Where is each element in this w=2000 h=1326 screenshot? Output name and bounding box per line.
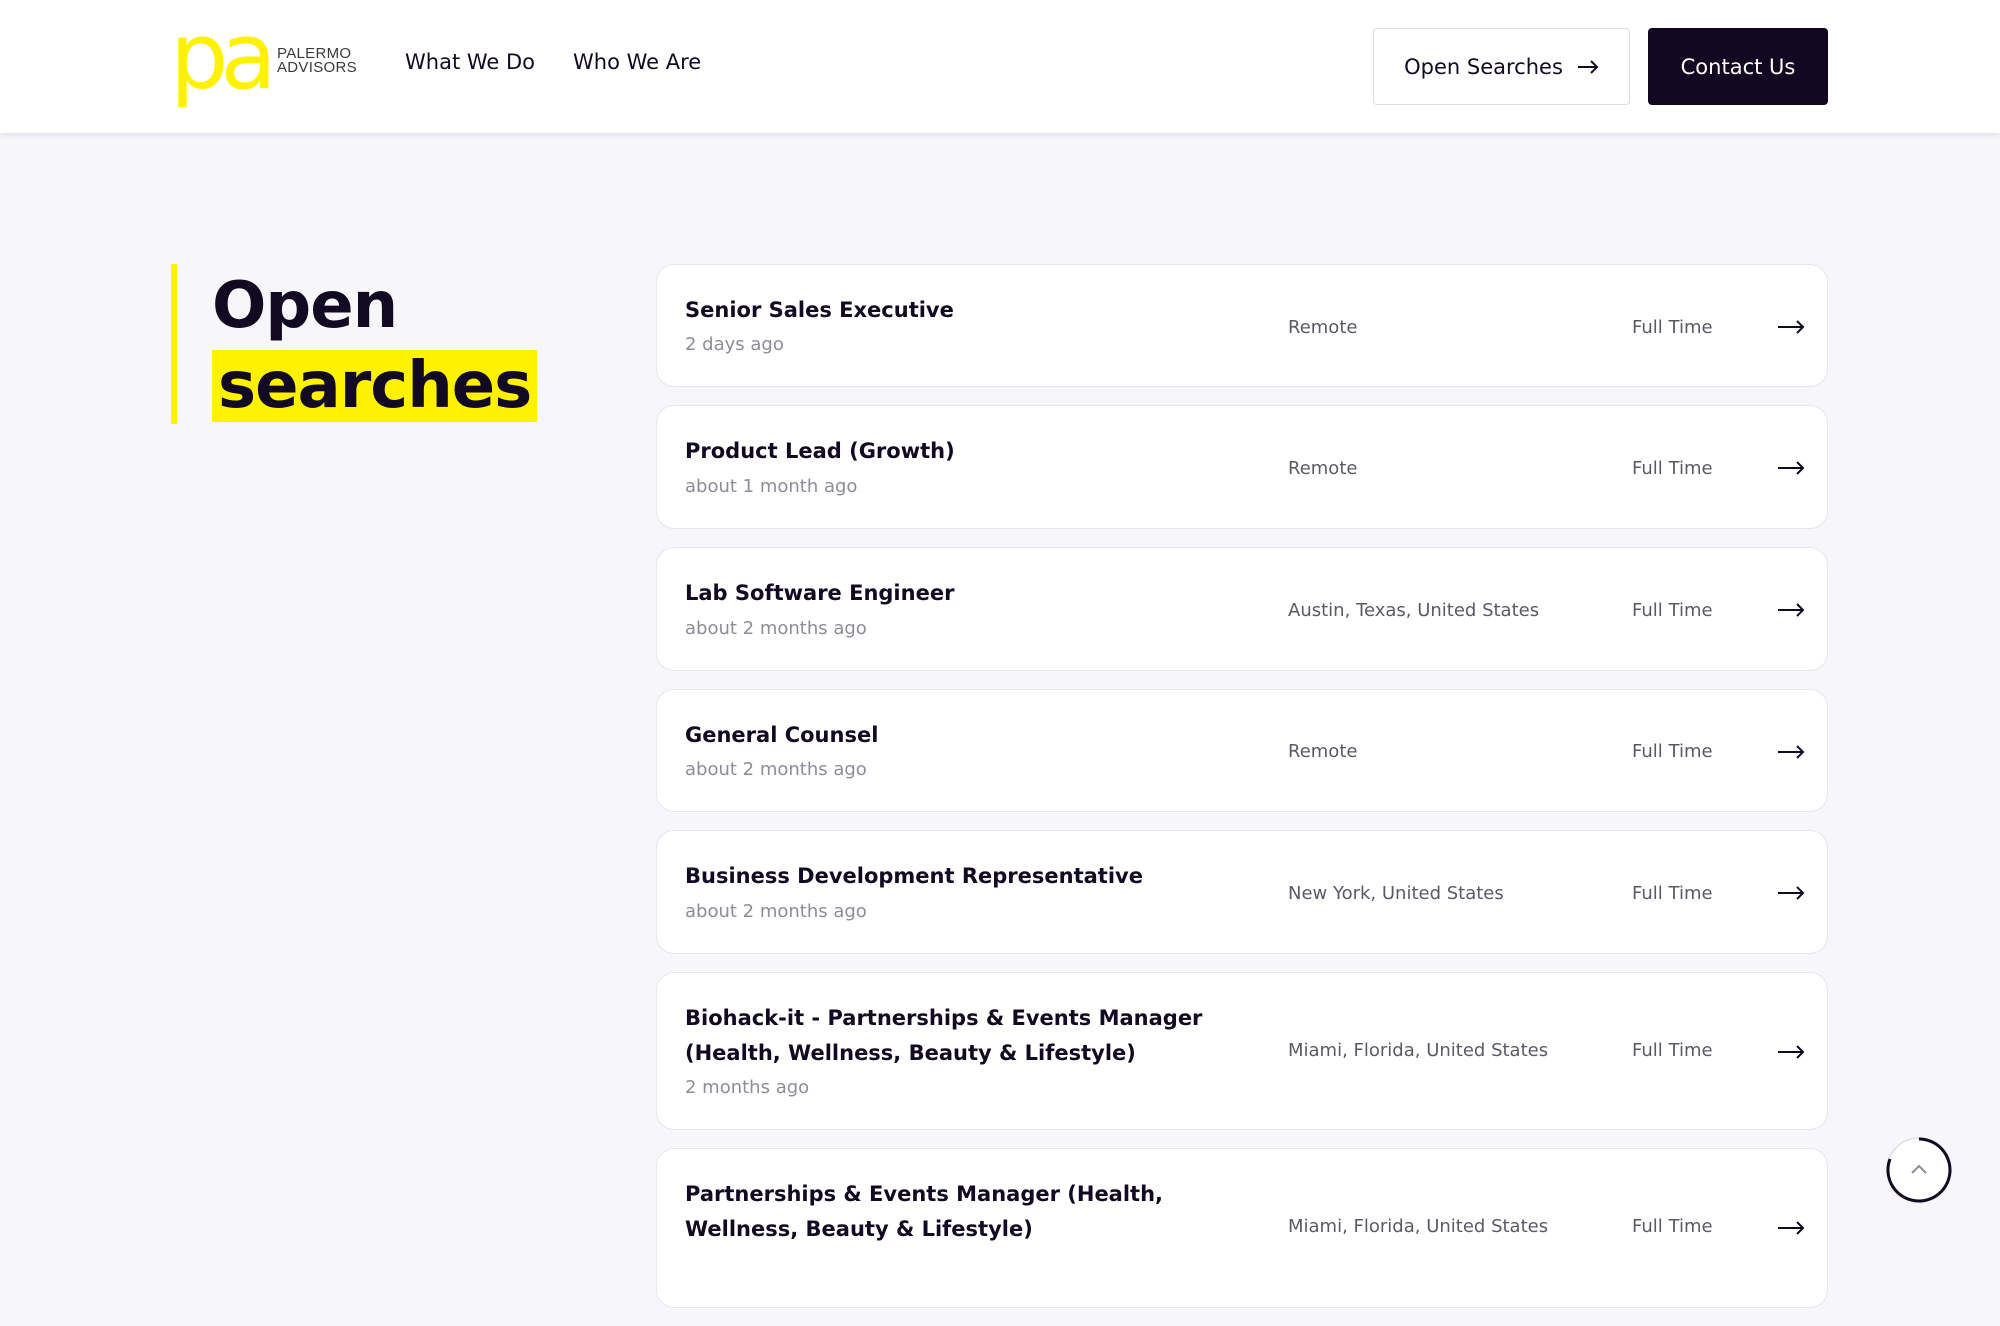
job-type: Full Time [1632, 883, 1713, 904]
job-list: Senior Sales Executive 2 days ago Remote… [656, 264, 1828, 1326]
job-card[interactable]: Lab Software Engineer about 2 months ago… [656, 547, 1828, 671]
contact-us-label: Contact Us [1680, 54, 1796, 79]
job-type: Full Time [1632, 741, 1713, 762]
contact-us-button[interactable]: Contact Us [1648, 28, 1828, 105]
job-title: Lab Software Engineer [685, 581, 955, 605]
job-title: Senior Sales Executive [685, 298, 954, 322]
arrow-right-icon [1778, 320, 1805, 334]
page-title-line2-highlight: searches [212, 350, 538, 422]
job-title: Business Development Representative [685, 864, 1143, 888]
logo-name-line2: ADVISORS [277, 59, 357, 76]
arrow-right-icon [1778, 603, 1805, 617]
nav-link-who-we-are[interactable]: Who We Are [573, 50, 701, 74]
job-posted: about 2 months ago [685, 759, 867, 780]
heading-accent-bar [171, 264, 177, 424]
nav-link-what-we-do[interactable]: What We Do [405, 50, 535, 74]
logo-wordmark: PALERMO ADVISORS [277, 46, 357, 76]
scroll-to-top-button[interactable] [1886, 1137, 1952, 1203]
job-type: Full Time [1632, 317, 1713, 338]
open-searches-label: Open Searches [1404, 54, 1563, 79]
arrow-right-icon [1778, 745, 1805, 759]
job-title: Partnerships & Events Manager (Health, W… [685, 1182, 1164, 1241]
job-location: Remote [1288, 317, 1358, 338]
job-title: General Counsel [685, 723, 879, 747]
palermo-advisors-logo[interactable]: pa PALERMO ADVISORS [170, 3, 370, 110]
arrow-right-icon [1778, 1221, 1805, 1235]
job-posted: 2 months ago [685, 1077, 810, 1098]
open-searches-button[interactable]: Open Searches [1373, 28, 1630, 105]
job-card[interactable]: General Counsel about 2 months ago Remot… [656, 689, 1828, 812]
logo-mark: pa [170, 3, 277, 110]
job-type: Full Time [1632, 458, 1713, 479]
job-location: New York, United States [1288, 883, 1504, 904]
arrow-right-icon [1577, 59, 1599, 74]
job-card[interactable]: Partnerships & Events Manager (Health, W… [656, 1148, 1828, 1308]
arrow-right-icon [1778, 461, 1805, 475]
job-card[interactable]: Senior Sales Executive 2 days ago Remote… [656, 264, 1828, 387]
job-posted: 2 days ago [685, 334, 784, 355]
job-type: Full Time [1632, 1216, 1713, 1237]
job-title: Biohack-it - Partnerships & Events Manag… [685, 1006, 1203, 1065]
job-location: Miami, Florida, United States [1288, 1040, 1549, 1061]
job-location: Austin, Texas, United States [1288, 600, 1540, 621]
job-posted: about 2 months ago [685, 618, 867, 639]
page-title: Open searches [212, 266, 538, 426]
job-posted: about 1 month ago [685, 476, 858, 497]
arrow-right-icon [1778, 1045, 1805, 1059]
job-card[interactable]: Product Lead (Growth) about 1 month ago … [656, 405, 1828, 529]
job-location: Miami, Florida, United States [1288, 1216, 1549, 1237]
job-location: Remote [1288, 741, 1358, 762]
page-title-line1: Open [212, 269, 398, 343]
chevron-up-icon [1911, 1164, 1927, 1174]
job-card[interactable]: Business Development Representative abou… [656, 830, 1828, 954]
scroll-progress-ring [1886, 1137, 1952, 1203]
job-type: Full Time [1632, 1040, 1713, 1061]
job-title: Product Lead (Growth) [685, 439, 955, 463]
job-type: Full Time [1632, 600, 1713, 621]
site-header: pa PALERMO ADVISORS What We Do Who We Ar… [0, 0, 2000, 133]
job-location: Remote [1288, 458, 1358, 479]
arrow-right-icon [1778, 886, 1805, 900]
job-posted: about 2 months ago [685, 901, 867, 922]
job-card[interactable]: Biohack-it - Partnerships & Events Manag… [656, 972, 1828, 1130]
